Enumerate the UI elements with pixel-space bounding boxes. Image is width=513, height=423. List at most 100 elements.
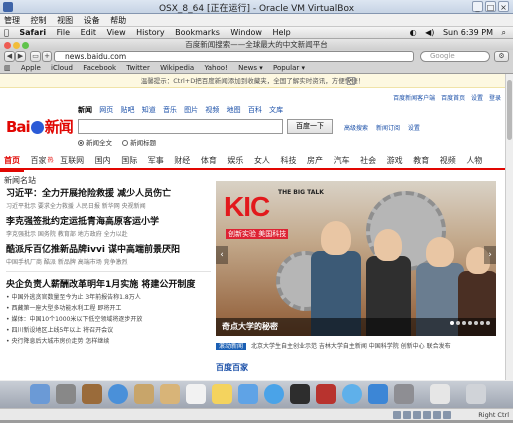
reminders-icon[interactable] bbox=[238, 384, 258, 404]
carousel-next-icon[interactable]: › bbox=[484, 246, 496, 264]
search-tab-images[interactable]: 图片 bbox=[184, 106, 198, 114]
search-tab-tieba[interactable]: 贴吧 bbox=[120, 106, 134, 114]
search-tab-map[interactable]: 地图 bbox=[227, 106, 241, 114]
hdd-icon[interactable] bbox=[393, 411, 401, 419]
menu-history[interactable]: History bbox=[132, 27, 168, 39]
search-tab-video[interactable]: 视频 bbox=[205, 106, 219, 114]
bookmark-icloud[interactable]: iCloud bbox=[47, 63, 77, 74]
nav-military[interactable]: 军事 bbox=[144, 152, 168, 170]
radio-fulltext[interactable] bbox=[78, 140, 84, 146]
bookmarks-icon[interactable]: ▥ bbox=[0, 63, 15, 74]
reader-icon[interactable]: ▭ bbox=[30, 51, 41, 62]
facetime-icon[interactable] bbox=[290, 384, 310, 404]
search-tab-wenku[interactable]: 文库 bbox=[269, 106, 283, 114]
headline-related[interactable]: 中国手机厂商 酷派 新品牌 高端市场 竞争激烈 bbox=[6, 257, 211, 266]
preferences-icon[interactable] bbox=[394, 384, 414, 404]
headline[interactable]: 酷派斥百亿推新品牌ivvi 谋中高端前景厌阳 bbox=[6, 242, 211, 255]
search-field[interactable]: Google bbox=[420, 51, 490, 62]
search-settings-link[interactable]: 设置 bbox=[408, 125, 420, 132]
list-item[interactable]: • 四川新设地区上线5年以上 将召开会议 bbox=[6, 325, 211, 336]
menu-app[interactable]: Safari bbox=[15, 27, 50, 39]
headline[interactable]: 李克强签批约定运抵青海高原客运小学 bbox=[6, 214, 211, 227]
clock[interactable]: Sun 6:39 PM bbox=[440, 27, 496, 39]
bookmark-wikipedia[interactable]: Wikipedia bbox=[156, 63, 198, 74]
nav-international[interactable]: 国际 bbox=[117, 152, 141, 170]
nav-entertainment[interactable]: 娱乐 bbox=[223, 152, 247, 170]
search-button[interactable]: 百度一下 bbox=[287, 119, 333, 134]
cd-icon[interactable] bbox=[403, 411, 411, 419]
close-button[interactable]: × bbox=[498, 1, 509, 12]
vb-menu-manage[interactable]: 管理 bbox=[0, 14, 24, 27]
nav-video[interactable]: 视频 bbox=[436, 152, 460, 170]
toplink-settings[interactable]: 设置 bbox=[471, 95, 483, 102]
minimize-button[interactable]: _ bbox=[472, 1, 483, 12]
shared-folder-icon[interactable] bbox=[433, 411, 441, 419]
system-icon[interactable] bbox=[82, 384, 102, 404]
forward-button[interactable]: ▶ bbox=[15, 51, 26, 62]
page-dot[interactable] bbox=[474, 321, 478, 325]
news-subscribe-link[interactable]: 新闻订阅 bbox=[376, 125, 400, 132]
live-text[interactable]: 北京大学生自主创业示范 吉林大学自主新闻 中国科学院 创新中心 联合发布 bbox=[251, 343, 451, 350]
volume-icon[interactable]: ◀) bbox=[422, 27, 437, 39]
baijia-section-title[interactable]: 百度百家 bbox=[216, 362, 248, 373]
close-notice-icon[interactable]: × bbox=[347, 77, 355, 85]
messages-icon[interactable] bbox=[264, 384, 284, 404]
trash-icon[interactable] bbox=[466, 384, 486, 404]
scroll-thumb[interactable] bbox=[507, 80, 512, 140]
safari-zoom-icon[interactable] bbox=[22, 42, 29, 49]
vb-menu-view[interactable]: 视图 bbox=[53, 14, 77, 27]
photobooth-icon[interactable] bbox=[316, 384, 336, 404]
advanced-search-link[interactable]: 高级搜索 bbox=[344, 125, 368, 132]
network-icon[interactable] bbox=[423, 411, 431, 419]
nav-sports[interactable]: 体育 bbox=[197, 152, 221, 170]
search-tab-web[interactable]: 网页 bbox=[99, 106, 113, 114]
menu-window[interactable]: Window bbox=[226, 27, 266, 39]
list-item[interactable]: • 中国外逃贪官数量至今为止 3年前报告称1.8万人 bbox=[6, 292, 211, 303]
radio-title[interactable] bbox=[122, 140, 129, 146]
nav-people[interactable]: 人物 bbox=[462, 152, 486, 170]
appstore-icon[interactable] bbox=[368, 384, 388, 404]
search-tab-baike[interactable]: 百科 bbox=[248, 106, 262, 114]
nav-domestic[interactable]: 国内 bbox=[91, 152, 115, 170]
page-dot[interactable] bbox=[462, 321, 466, 325]
menu-help[interactable]: Help bbox=[269, 27, 295, 39]
apple-icon[interactable]:  bbox=[0, 27, 13, 39]
nav-games[interactable]: 游戏 bbox=[383, 152, 407, 170]
itunes-icon[interactable] bbox=[342, 384, 362, 404]
document-icon[interactable] bbox=[430, 384, 450, 404]
baidu-news-logo[interactable]: Bai 新闻 bbox=[6, 116, 74, 137]
vb-menu-devices[interactable]: 设备 bbox=[80, 14, 104, 27]
bookmark-facebook[interactable]: Facebook bbox=[79, 63, 120, 74]
page-dot[interactable] bbox=[480, 321, 484, 325]
page-dot[interactable] bbox=[456, 321, 460, 325]
menu-file[interactable]: File bbox=[53, 27, 74, 39]
nav-women[interactable]: 女人 bbox=[250, 152, 274, 170]
menu-edit[interactable]: Edit bbox=[77, 27, 101, 39]
bookmark-news[interactable]: News ▾ bbox=[234, 63, 267, 74]
search-tab-zhidao[interactable]: 知道 bbox=[142, 106, 156, 114]
menu-bookmarks[interactable]: Bookmarks bbox=[171, 27, 224, 39]
list-item[interactable]: • 媒体：中国10个1000米以下低空领域将逐步开放 bbox=[6, 314, 211, 325]
toplink-app[interactable]: 百度新闻客户端 bbox=[393, 95, 435, 102]
page-scrollbar[interactable] bbox=[505, 74, 513, 380]
settings-gear-icon[interactable]: ⚙ bbox=[494, 51, 509, 62]
photo-carousel[interactable]: KIC THE BIG TALK 创新实验 美国科技 ‹ › 奇点大学的秘密 bbox=[216, 181, 496, 336]
safari-minimize-icon[interactable] bbox=[13, 42, 20, 49]
nav-tech[interactable]: 科技 bbox=[276, 152, 300, 170]
headline[interactable]: 央企负责人薪酬改革明年1月实施 将建公开制度 bbox=[6, 277, 211, 290]
nav-internet[interactable]: 互联网 bbox=[56, 152, 88, 170]
notes-icon[interactable] bbox=[212, 384, 232, 404]
bookmark-apple[interactable]: Apple bbox=[17, 63, 45, 74]
nav-society[interactable]: 社会 bbox=[356, 152, 380, 170]
sync-icon[interactable]: ◐ bbox=[407, 27, 420, 39]
spotlight-icon[interactable]: ⌕ bbox=[499, 27, 509, 39]
maximize-button[interactable]: □ bbox=[485, 1, 496, 12]
toplink-login[interactable]: 登录 bbox=[489, 95, 501, 102]
calendar-icon[interactable] bbox=[186, 384, 206, 404]
nav-finance[interactable]: 财经 bbox=[170, 152, 194, 170]
usb-icon[interactable] bbox=[413, 411, 421, 419]
list-item[interactable]: • 西藏第一座大型多功能水利工程 即将开工 bbox=[6, 303, 211, 314]
finder-icon[interactable] bbox=[30, 384, 50, 404]
carousel-prev-icon[interactable]: ‹ bbox=[216, 246, 228, 264]
nav-home[interactable]: 首页 bbox=[0, 152, 24, 172]
